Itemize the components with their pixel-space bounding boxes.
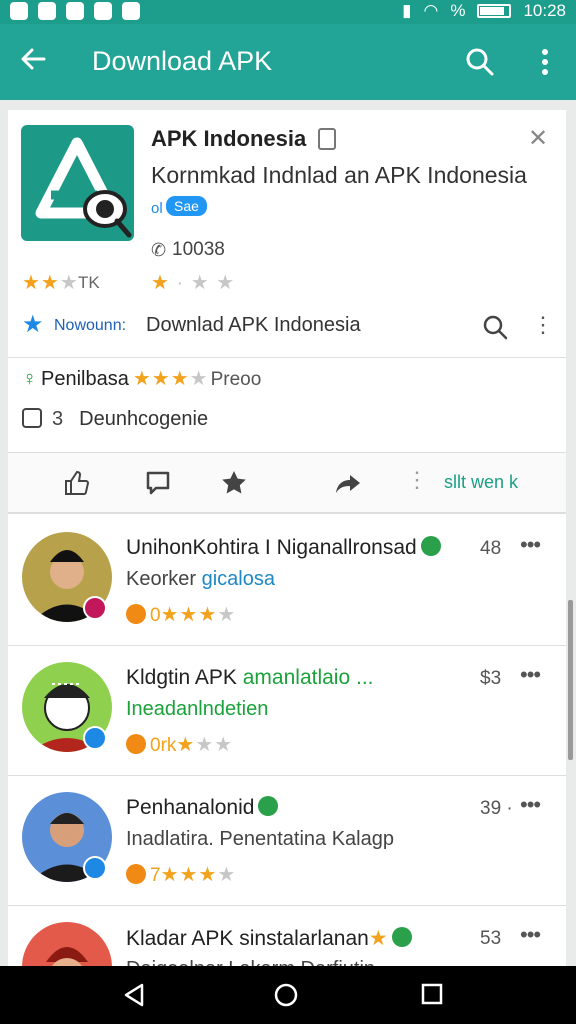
item-number: $3 — [480, 668, 502, 689]
more-vert-icon[interactable]: ⋮ — [532, 312, 554, 338]
rating-label: TK — [78, 273, 100, 292]
item-number: 53 — [480, 928, 502, 949]
system-icons: ▮ ◠ % 10:28 — [402, 1, 566, 21]
item-title: UnihonKohtira I Niganallronsad — [126, 536, 441, 560]
status-badge — [83, 596, 107, 620]
search-icon[interactable] — [482, 314, 508, 340]
like-icon[interactable] — [62, 469, 90, 497]
page-title: Download APK — [92, 46, 273, 76]
divider — [8, 357, 566, 358]
app-bar: Download APK — [0, 24, 576, 100]
review-stars: ★★★★ — [132, 368, 209, 390]
share-icon[interactable] — [334, 469, 362, 497]
app-title: APK Indonesia — [151, 126, 307, 151]
review-row: ♀ Penilbasa ★★★★ Preoo — [22, 366, 261, 391]
notification-icons — [10, 2, 140, 20]
status-bar: ▮ ◠ % 10:28 — [0, 0, 576, 24]
item-subtitle: Keorker gicalosa — [126, 568, 275, 590]
item-rating: 7★★★★ — [126, 862, 236, 887]
battery-icon — [477, 4, 512, 18]
download-count: 10038 — [172, 239, 225, 260]
list-item[interactable]: Penhanalonid 39 · ••• Inadlatira. Penent… — [8, 776, 566, 906]
reviewer-name: Penilbasa — [41, 368, 129, 390]
item-subtitle: Inadlatira. Penentatina Kalagp — [126, 828, 394, 850]
content-card: APK Indonesia ✕ Kornmkad Indnlad an APK … — [8, 110, 566, 966]
category-text: Deunhcogenie — [79, 408, 209, 430]
chip-prefix: ol — [151, 200, 163, 217]
coin-icon — [126, 604, 146, 624]
verified-icon — [391, 927, 412, 947]
category-chip[interactable]: Sae — [166, 196, 207, 216]
notification-icon — [10, 2, 28, 20]
back-nav-icon[interactable] — [122, 982, 146, 1013]
search-icon[interactable] — [464, 46, 496, 78]
app-logo-icon — [21, 125, 134, 241]
home-nav-icon[interactable] — [273, 982, 299, 1013]
item-title: Kldgtin APK amanlatlaio ... — [126, 666, 374, 689]
list-item[interactable]: Kladar APK sinstalarlanan★ 53 ••• Daigea… — [8, 906, 566, 966]
app-subtitle: Kornmkad Indnlad an APK Indonesia — [151, 162, 527, 188]
status-badge — [83, 856, 107, 880]
comment-icon[interactable] — [144, 469, 172, 497]
item-rating: 0★★★★ — [126, 602, 236, 627]
more-icon[interactable]: ••• — [520, 532, 541, 558]
review-tag: Preoo — [210, 369, 262, 390]
back-arrow-icon[interactable] — [18, 44, 48, 82]
whatsapp-icon — [38, 2, 56, 20]
more-icon[interactable]: ••• — [520, 662, 541, 688]
item-number: 48 — [480, 538, 502, 559]
vibrate-icon: ▮ — [402, 1, 412, 20]
phone-icon: ✆ — [151, 240, 167, 260]
category-number: 3 — [52, 408, 64, 430]
link-small-text: Nowounn: — [54, 317, 127, 334]
verified-icon — [420, 536, 441, 556]
star-icon: ★ — [22, 311, 44, 338]
avatar — [22, 922, 112, 966]
gallery-icon — [66, 2, 84, 20]
clock: 10:28 — [523, 1, 566, 20]
navigation-bar — [0, 966, 576, 1024]
mail-icon — [94, 2, 112, 20]
app-link-row[interactable]: ★ Nowounn: Downlad APK Indonesia ⋮ — [8, 302, 566, 358]
separator-dots: ⋮ — [406, 467, 428, 492]
signal-text: % — [450, 1, 466, 20]
item-title: Kladar APK sinstalarlanan★ — [126, 926, 412, 951]
item-subtitle: Ineadanlndetien — [126, 698, 269, 720]
message-icon — [22, 408, 42, 428]
recents-nav-icon[interactable] — [421, 982, 443, 1011]
messenger-icon — [122, 2, 140, 20]
link-name: Downlad APK Indonesia — [146, 314, 361, 336]
list-item[interactable]: UnihonKohtira I Niganallronsad 48 ••• Ke… — [8, 516, 566, 646]
more-vert-icon[interactable] — [530, 46, 560, 78]
rating-stars-secondary: ★ · ★ ★ — [151, 272, 236, 294]
status-badge — [83, 726, 107, 750]
verified-icon — [258, 796, 279, 816]
favorite-star-icon[interactable] — [220, 469, 248, 497]
item-number: 39 · — [480, 798, 513, 819]
user-icon: ♀ — [22, 368, 37, 390]
category-row: 3 Deunhcogenie — [22, 408, 208, 431]
action-bar: ⋮ sllt wen k — [8, 452, 566, 514]
rating-stars: ★★★ — [22, 272, 79, 294]
lock-icon — [318, 128, 336, 150]
list-item[interactable]: Kldgtin APK amanlatlaio ... $3 ••• Inead… — [8, 646, 566, 776]
item-title: Penhanalonid — [126, 796, 279, 820]
coin-icon — [126, 734, 146, 754]
coin-icon — [126, 864, 146, 884]
more-icon[interactable]: ••• — [520, 922, 541, 948]
subscribe-button[interactable]: sllt wen k — [444, 472, 518, 493]
wifi-icon: ◠ — [423, 1, 439, 20]
scrollbar[interactable] — [568, 600, 573, 760]
item-subtitle: Daigealnar Lakarm Darfiutin — [126, 958, 375, 966]
more-icon[interactable]: ••• — [520, 792, 541, 818]
close-icon[interactable]: ✕ — [528, 124, 548, 153]
item-rating: 0rk★★★ — [126, 732, 233, 757]
